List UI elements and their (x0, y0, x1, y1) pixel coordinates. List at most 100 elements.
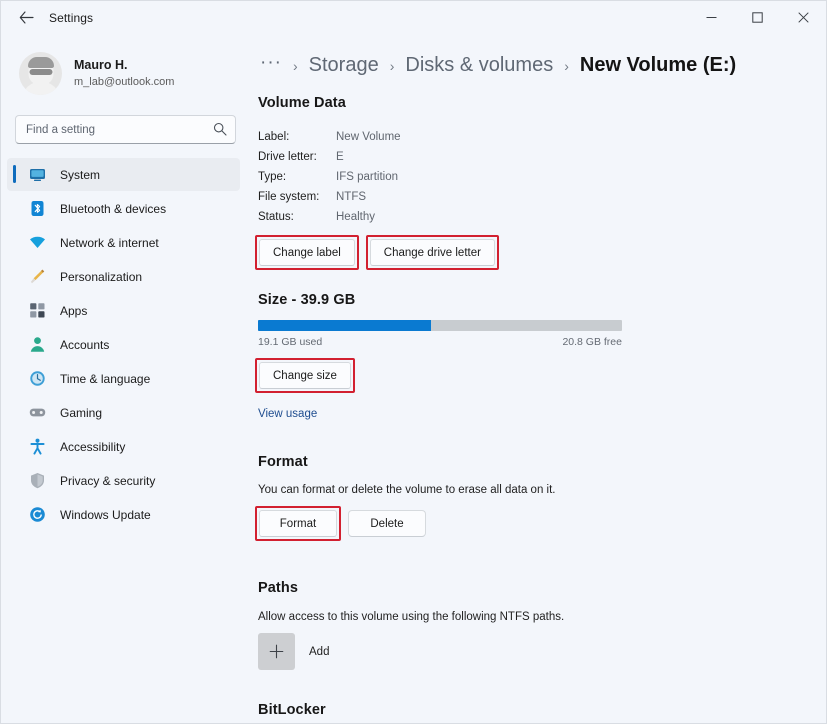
table-row: Drive letter: E (258, 147, 826, 167)
paths-actions: Add (258, 633, 826, 670)
usage-progress-bar (258, 320, 622, 331)
row-key: Status: (258, 211, 294, 223)
sidebar-item-gaming[interactable]: Gaming (7, 396, 240, 429)
row-key: Type: (258, 171, 287, 183)
search-box (15, 115, 236, 144)
format-section: Format You can format or delete the volu… (255, 454, 826, 541)
table-row: Label: New Volume (258, 127, 826, 147)
bitlocker-section: BitLocker Protect data on this volume by… (258, 702, 826, 723)
update-icon (29, 506, 46, 523)
account-text: Mauro H. m_lab@outlook.com (74, 57, 174, 90)
sidebar-item-bluetooth-devices[interactable]: Bluetooth & devices (7, 192, 240, 225)
change-label-highlight: Change label (255, 235, 359, 270)
sidebar-item-label: Windows Update (60, 507, 151, 522)
row-value: IFS partition (336, 171, 398, 183)
breadcrumb-separator: › (389, 57, 395, 74)
change-size-button[interactable]: Change size (259, 362, 351, 389)
title-bar: Settings (1, 1, 826, 34)
gamepad-icon (29, 404, 46, 421)
breadcrumb-separator: › (292, 57, 298, 74)
add-path-button[interactable] (258, 633, 295, 670)
format-button[interactable]: Format (259, 510, 337, 537)
main-content: ··· › Storage › Disks & volumes › New Vo… (250, 34, 826, 723)
size-actions: Change size (255, 358, 826, 393)
change-drive-letter-highlight: Change drive letter (365, 235, 499, 270)
settings-body: Volume Data Label: New Volume Drive lett… (250, 95, 826, 723)
change-size-highlight: Change size (255, 358, 355, 393)
view-usage-link[interactable]: View usage (258, 408, 317, 420)
usage-progress-fill (258, 320, 431, 331)
sidebar-item-personalization[interactable]: Personalization (7, 260, 240, 293)
free-label: 20.8 GB free (562, 336, 622, 348)
format-highlight: Format (255, 506, 341, 541)
row-value: NTFS (336, 191, 367, 203)
sidebar-item-label: System (60, 167, 101, 182)
paths-section: Paths Allow access to this volume using … (258, 580, 826, 670)
person-icon (29, 336, 46, 353)
section-heading-format: Format (258, 454, 308, 470)
sidebar-item-label: Privacy & security (60, 473, 156, 488)
sidebar-item-label: Accounts (60, 337, 110, 352)
sidebar-item-label: Apps (60, 303, 88, 318)
paths-description: Allow access to this volume using the fo… (258, 611, 565, 623)
maximize-icon (751, 12, 763, 23)
window-controls (688, 1, 826, 34)
table-row: Status: Healthy (258, 207, 826, 227)
usage-labels: 19.1 GB used 20.8 GB free (258, 336, 622, 348)
sidebar-item-label: Gaming (60, 405, 103, 420)
row-value: Healthy (336, 211, 375, 223)
row-key: Label: (258, 131, 290, 143)
back-arrow-icon (19, 11, 34, 24)
bluetooth-icon (29, 200, 46, 217)
search-input[interactable] (15, 115, 236, 144)
row-value: E (336, 151, 344, 163)
sidebar-item-apps[interactable]: Apps (7, 294, 240, 327)
delete-button[interactable]: Delete (348, 510, 426, 537)
section-heading-bitlocker: BitLocker (258, 702, 326, 718)
change-label-button[interactable]: Change label (259, 239, 355, 266)
sidebar-item-accounts[interactable]: Accounts (7, 328, 240, 361)
sidebar-item-label: Accessibility (60, 439, 126, 454)
sidebar-item-network-internet[interactable]: Network & internet (7, 226, 240, 259)
sidebar-item-accessibility[interactable]: Accessibility (7, 430, 240, 463)
account-name: Mauro H. (74, 58, 128, 73)
size-section: Size - 39.9 GB 19.1 GB used 20.8 GB free… (255, 292, 826, 422)
format-actions: Format Delete (255, 506, 826, 541)
sidebar-item-windows-update[interactable]: Windows Update (7, 498, 240, 531)
breadcrumb-overflow[interactable]: ··· (258, 52, 284, 80)
settings-window: Settings Mauro H. m_lab@outlook.com Find… (0, 0, 827, 724)
account-email: m_lab@outlook.com (74, 76, 175, 89)
avatar (19, 52, 62, 95)
wifi-icon (29, 234, 46, 251)
back-button[interactable] (9, 2, 43, 34)
maximize-button[interactable] (734, 1, 780, 34)
account-card[interactable]: Mauro H. m_lab@outlook.com (15, 46, 240, 101)
sidebar-nav: System Bluetooth & devices Network & int… (1, 158, 250, 531)
close-button[interactable] (780, 1, 826, 34)
minimize-button[interactable] (688, 1, 734, 34)
add-path-label: Add (309, 645, 330, 658)
apps-grid-icon (29, 302, 46, 319)
format-description: You can format or delete the volume to e… (258, 484, 556, 496)
window-title: Settings (49, 10, 94, 25)
plus-icon (269, 644, 284, 659)
breadcrumb-current: New Volume (E:) (579, 54, 737, 76)
row-key: File system: (258, 191, 320, 203)
breadcrumb-separator: › (564, 57, 569, 74)
sidebar-item-time-language[interactable]: Time & language (7, 362, 240, 395)
breadcrumb-item-storage[interactable]: Storage (307, 54, 381, 77)
section-heading-size: Size - 39.9 GB (258, 292, 356, 308)
volume-data-table: Label: New Volume Drive letter: E Type: … (258, 127, 826, 227)
change-drive-letter-button[interactable]: Change drive letter (369, 239, 495, 266)
section-heading-paths: Paths (258, 580, 298, 596)
used-label: 19.1 GB used (258, 336, 323, 348)
row-value: New Volume (336, 131, 401, 143)
breadcrumb-item-disks-volumes[interactable]: Disks & volumes (403, 54, 555, 77)
sidebar-item-label: Time & language (60, 371, 151, 386)
sidebar: Mauro H. m_lab@outlook.com Find a settin… (1, 34, 250, 723)
accessibility-icon (29, 438, 46, 455)
monitor-icon (29, 166, 46, 183)
sidebar-item-privacy-security[interactable]: Privacy & security (7, 464, 240, 497)
sidebar-item-system[interactable]: System (7, 158, 240, 191)
volume-data-actions: Change label Change drive letter (255, 235, 826, 270)
